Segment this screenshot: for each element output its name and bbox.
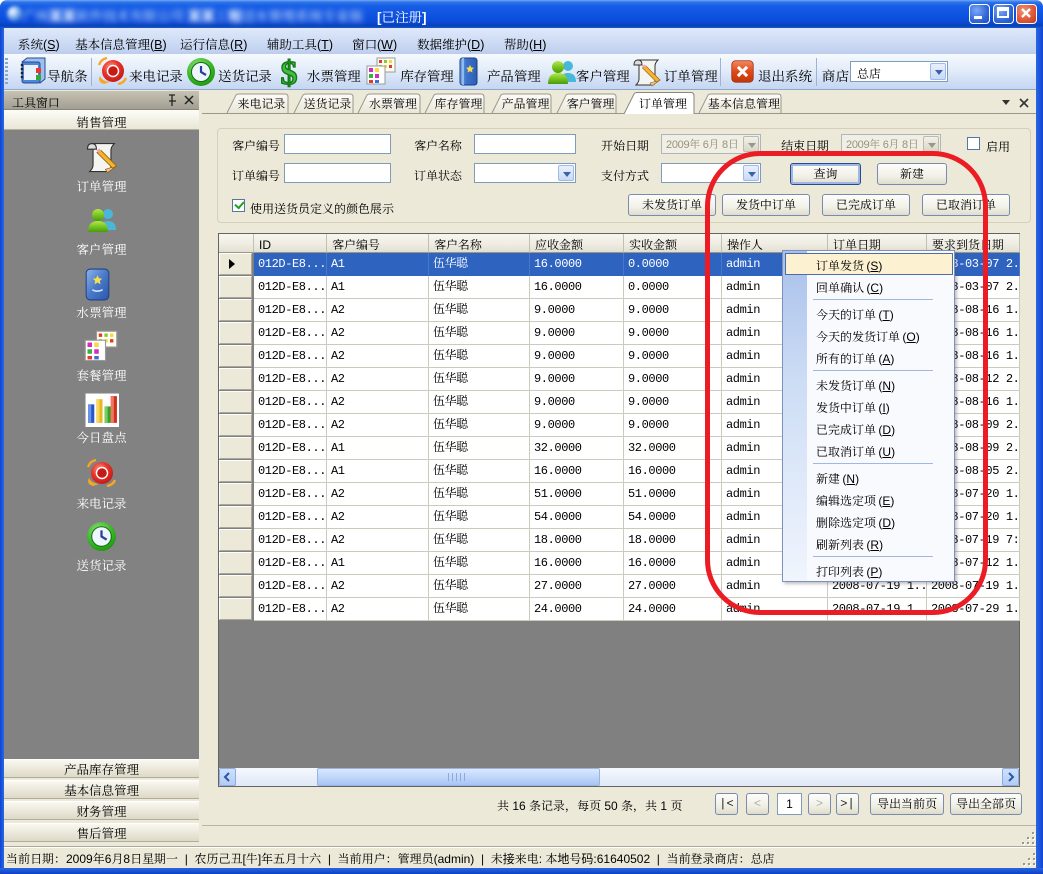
- svg-text:客户管理: 客户管理: [566, 95, 614, 112]
- svg-text:来电记录: 来电记录: [237, 95, 285, 112]
- svg-text:订单管理: 订单管理: [639, 95, 687, 112]
- svg-text:基本信息管理: 基本信息管理: [708, 95, 780, 112]
- svg-text:库存管理: 库存管理: [434, 95, 482, 112]
- svg-text:$: $: [281, 56, 298, 88]
- svg-text:送货记录: 送货记录: [303, 95, 351, 112]
- svg-text:产品管理: 产品管理: [501, 95, 549, 112]
- svg-text:水票管理: 水票管理: [368, 95, 417, 112]
